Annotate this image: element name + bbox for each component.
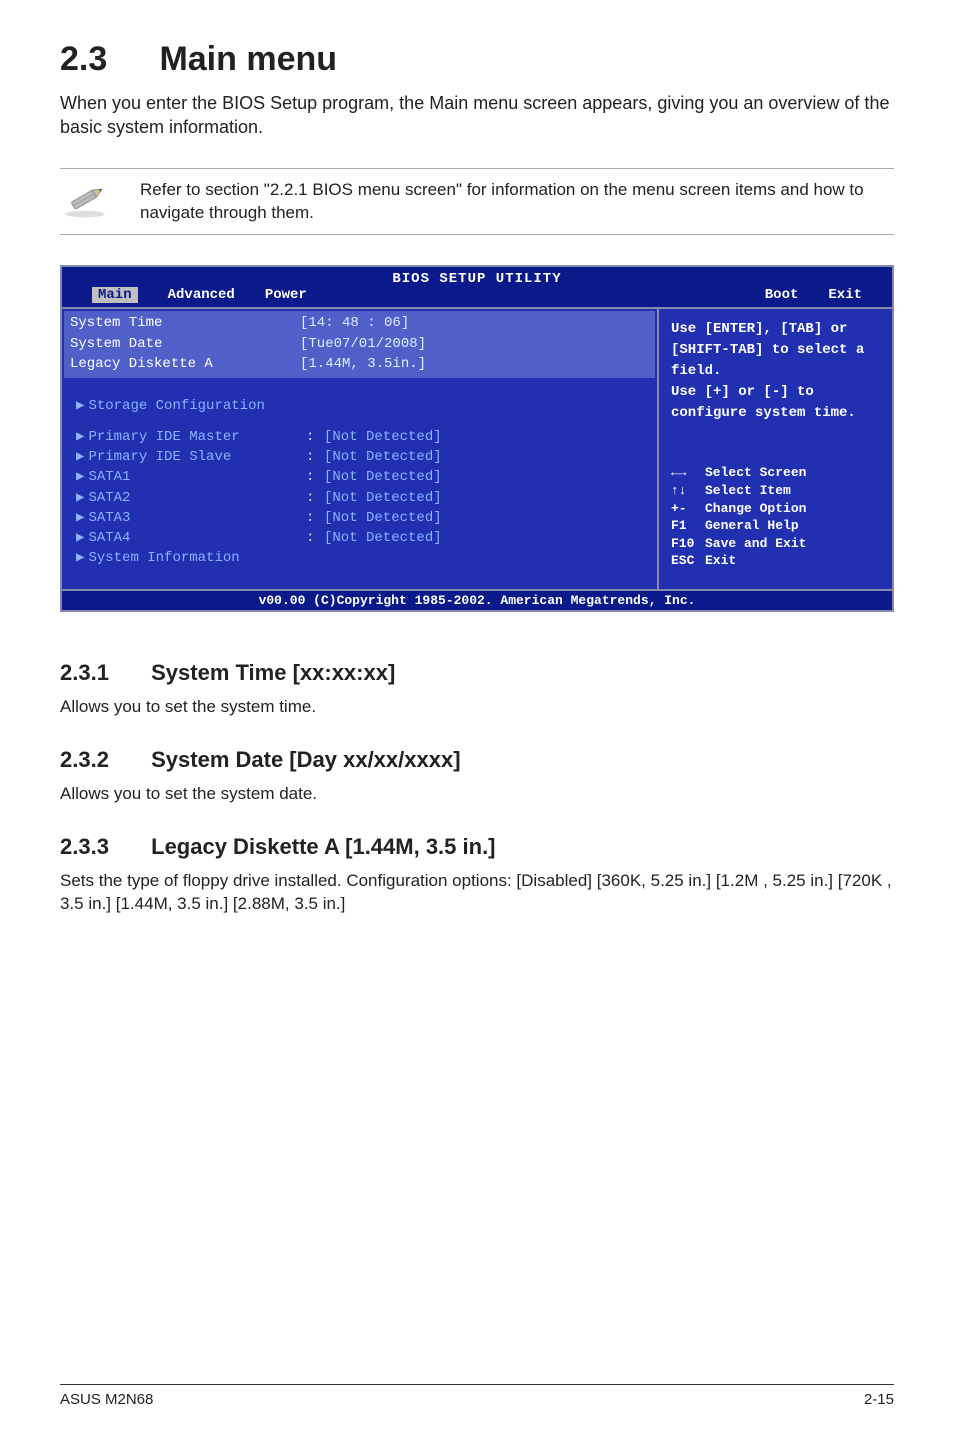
arrow-icon: ▶ [76,550,84,566]
key: F1 [671,517,705,535]
key: ↑↓ [671,482,705,500]
label-sata2: SATA2 [88,490,130,506]
tab-exit[interactable]: Exit [828,287,862,303]
label-sata4: SATA4 [88,530,130,546]
footer-right: 2-15 [864,1391,894,1408]
value-sata1: [Not Detected] [324,467,442,487]
section-num: 2.3.2 [60,747,145,773]
key: ←→ [671,464,705,482]
arrow-icon: ▶ [76,398,84,414]
bios-left-pane: System Time [14: 48 : 06] System Date [T… [62,309,657,589]
row-sata1[interactable]: ▶SATA1 : [Not Detected] [76,467,643,487]
section-title: System Time [xx:xx:xx] [151,660,395,685]
note-block: Refer to section "2.2.1 BIOS menu screen… [60,168,894,236]
section-num: 2.3.1 [60,660,145,686]
page-heading: 2.3 Main menu [60,40,894,79]
value-system-time: [14: 48 : 06] [300,313,409,333]
label-system-time: System Time [70,313,300,333]
section-heading: 2.3.1 System Time [xx:xx:xx] [60,660,894,686]
section-body: Sets the type of floppy drive installed.… [60,870,894,916]
value-sata3: [Not Detected] [324,508,442,528]
value-ide-slave: [Not Detected] [324,447,442,467]
key-desc: Select Item [705,483,791,498]
intro-text: When you enter the BIOS Setup program, t… [60,91,894,140]
bios-body: System Time [14: 48 : 06] System Date [T… [62,307,892,589]
label-sata3: SATA3 [88,510,130,526]
row-system-date[interactable]: System Date [Tue07/01/2008] [70,334,649,354]
section-heading: 2.3.3 Legacy Diskette A [1.44M, 3.5 in.] [60,834,894,860]
page-footer: ASUS M2N68 2-15 [60,1384,894,1408]
arrow-icon: ▶ [76,469,84,485]
bios-key-legend: ←→Select Screen ↑↓Select Item +-Change O… [671,464,880,569]
tab-main[interactable]: Main [92,287,138,303]
section-title: Legacy Diskette A [1.44M, 3.5 in.] [151,834,495,859]
key-desc: Select Screen [705,465,806,480]
tab-boot[interactable]: Boot [765,287,799,303]
bios-help-text: Use [ENTER], [TAB] or [SHIFT-TAB] to sel… [671,319,880,424]
row-sata2[interactable]: ▶SATA2 : [Not Detected] [76,488,643,508]
section-heading: 2.3.2 System Date [Day xx/xx/xxxx] [60,747,894,773]
value-legacy: [1.44M, 3.5in.] [300,354,426,374]
bios-footer: v00.00 (C)Copyright 1985-2002. American … [62,589,892,610]
arrow-icon: ▶ [76,530,84,546]
row-ide-slave[interactable]: ▶Primary IDE Slave : [Not Detected] [76,447,643,467]
heading-title: Main menu [159,40,337,78]
tab-advanced[interactable]: Advanced [168,287,235,303]
section-title: System Date [Day xx/xx/xxxx] [151,747,460,772]
bios-tab-bar: Main Advanced Power Boot Exit [62,287,892,307]
tab-power[interactable]: Power [265,287,307,303]
pencil-icon [60,179,140,224]
label-sysinfo: System Information [88,550,239,566]
heading-number: 2.3 [60,40,150,79]
label-ide-slave: Primary IDE Slave [88,449,231,465]
key: +- [671,500,705,518]
key-desc: General Help [705,518,799,533]
label-legacy: Legacy Diskette A [70,354,300,374]
note-text: Refer to section "2.2.1 BIOS menu screen… [140,179,894,225]
key-desc: Save and Exit [705,536,806,551]
row-sysinfo[interactable]: ▶System Information [76,548,643,568]
arrow-icon: ▶ [76,449,84,465]
section-body: Allows you to set the system time. [60,696,894,719]
label-ide-master: Primary IDE Master [88,429,239,445]
value-sata2: [Not Detected] [324,488,442,508]
arrow-icon: ▶ [76,429,84,445]
row-sata3[interactable]: ▶SATA3 : [Not Detected] [76,508,643,528]
value-system-date: [Tue07/01/2008] [300,334,426,354]
row-ide-master[interactable]: ▶Primary IDE Master : [Not Detected] [76,427,643,447]
row-system-time[interactable]: System Time [14: 48 : 06] [70,313,649,333]
bios-sys-block: System Time [14: 48 : 06] System Date [T… [64,311,655,378]
key: ESC [671,552,705,570]
footer-left: ASUS M2N68 [60,1391,153,1408]
bios-screenshot: BIOS SETUP UTILITY Main Advanced Power B… [60,265,894,612]
arrow-icon: ▶ [76,490,84,506]
arrow-icon: ▶ [76,510,84,526]
key-desc: Exit [705,553,736,568]
section-num: 2.3.3 [60,834,145,860]
label-sata1: SATA1 [88,469,130,485]
row-storage-config[interactable]: ▶Storage Configuration [76,396,643,416]
key: F10 [671,535,705,553]
value-sata4: [Not Detected] [324,528,442,548]
value-ide-master: [Not Detected] [324,427,442,447]
label-system-date: System Date [70,334,300,354]
key-desc: Change Option [705,501,806,516]
row-legacy-diskette[interactable]: Legacy Diskette A [1.44M, 3.5in.] [70,354,649,374]
bios-help-pane: Use [ENTER], [TAB] or [SHIFT-TAB] to sel… [657,309,892,589]
bios-title: BIOS SETUP UTILITY [62,267,892,287]
row-sata4[interactable]: ▶SATA4 : [Not Detected] [76,528,643,548]
section-body: Allows you to set the system date. [60,783,894,806]
label-storage-config: Storage Configuration [88,398,264,414]
